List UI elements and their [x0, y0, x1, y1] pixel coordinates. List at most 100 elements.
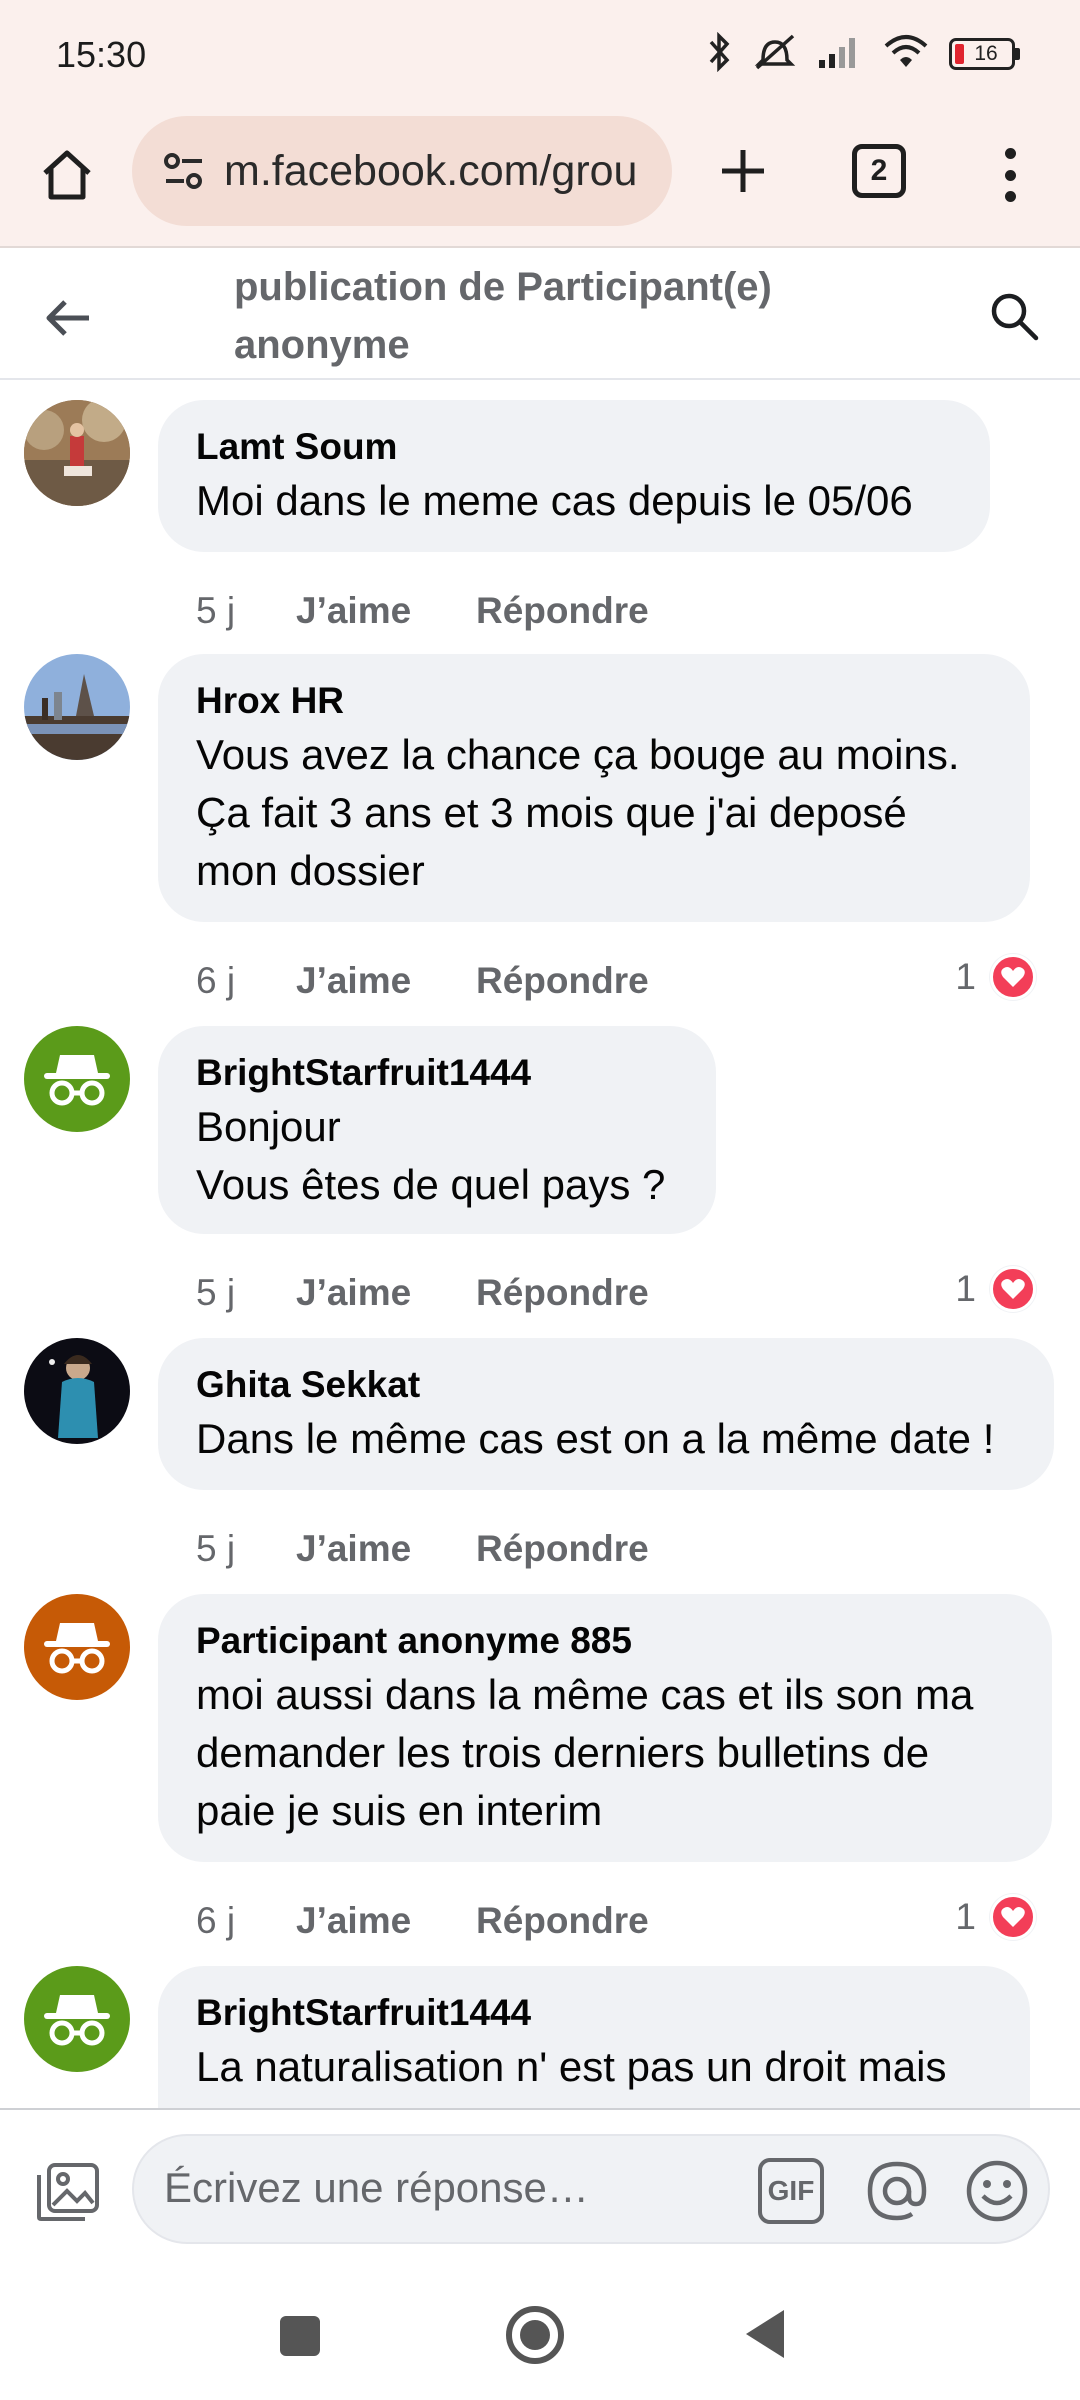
comment-actions: 5 j J’aime Répondre: [196, 590, 649, 632]
reply-button[interactable]: Répondre: [476, 1272, 649, 1314]
incognito-icon: [44, 1995, 110, 2046]
heart-icon: [990, 1266, 1036, 1312]
anonymous-avatar[interactable]: [24, 1026, 130, 1132]
bluetooth-icon: [707, 31, 733, 77]
reply-input[interactable]: Écrivez une réponse… GIF: [132, 2134, 1050, 2244]
comment-author[interactable]: Ghita Sekkat: [196, 1360, 1016, 1410]
gif-button[interactable]: GIF: [758, 2158, 824, 2224]
menu-dot: [1004, 148, 1016, 159]
at-icon: [867, 2161, 927, 2221]
like-button[interactable]: J’aime: [296, 960, 476, 1002]
incognito-icon: [44, 1055, 110, 1106]
comment-author[interactable]: BrightStarfruit1444: [196, 1988, 992, 2038]
status-time: 15:30: [56, 34, 147, 75]
anonymous-avatar[interactable]: [24, 1594, 130, 1700]
system-navigation-bar: [0, 2272, 1080, 2400]
status-bar: 15:30 16: [0, 0, 1080, 110]
home-dot-icon: [520, 2320, 550, 2350]
anonymous-avatar[interactable]: [24, 1966, 130, 2072]
address-bar[interactable]: m.facebook.com/grou: [132, 116, 672, 226]
back-arrow-icon: [46, 300, 89, 336]
wifi-icon: [883, 34, 929, 75]
comment-actions: 6 j J’aime Répondre: [196, 1900, 649, 1942]
incognito-icon: [44, 1623, 110, 1674]
reply-button[interactable]: Répondre: [476, 1528, 649, 1570]
recents-button[interactable]: [280, 2316, 320, 2356]
comment-author[interactable]: Hrox HR: [196, 676, 992, 726]
comment-text: Dans le même cas est on a la même date !: [196, 1415, 995, 1462]
menu-dot: [1004, 169, 1016, 181]
reply-button[interactable]: Répondre: [476, 960, 649, 1002]
avatar[interactable]: [24, 654, 130, 760]
page-title: publication de Participant(e) anonyme: [234, 265, 772, 367]
comment-time[interactable]: 5 j: [196, 590, 296, 632]
comment-actions: 5 j J’aime Répondre: [196, 1528, 649, 1570]
signal-icon: [817, 34, 863, 75]
comment-bubble[interactable]: Lamt Soum Moi dans le meme cas depuis le…: [158, 400, 990, 552]
heart-icon: [990, 954, 1036, 1000]
like-button[interactable]: J’aime: [296, 590, 476, 632]
avatar[interactable]: [24, 400, 130, 506]
comment-text: Moi dans le meme cas depuis le 05/06: [196, 477, 913, 524]
home-button[interactable]: [32, 140, 102, 210]
site-settings-icon[interactable]: [160, 147, 208, 195]
browser-toolbar: m.facebook.com/grou 2: [0, 110, 1080, 248]
status-icons: 16: [707, 30, 1020, 78]
battery-level: 16: [974, 42, 998, 65]
comment-bubble[interactable]: Participant anonyme 885 moi aussi dans l…: [158, 1594, 1052, 1862]
comment-time[interactable]: 5 j: [196, 1272, 296, 1314]
like-button[interactable]: J’aime: [296, 1528, 476, 1570]
comment-time[interactable]: 6 j: [196, 1900, 296, 1942]
reaction-count: 1: [955, 956, 976, 997]
comment-time[interactable]: 6 j: [196, 960, 296, 1002]
home-icon: [43, 150, 91, 200]
reply-button[interactable]: Répondre: [476, 590, 649, 632]
comments-list: Lamt Soum Moi dans le meme cas depuis le…: [0, 382, 1080, 2108]
comment-text: Bonjour Vous êtes de quel pays ?: [196, 1103, 666, 1208]
comment-text: La naturalisation n' est pas un droit ma…: [196, 2043, 947, 2090]
back-nav-button[interactable]: [746, 2310, 784, 2358]
like-button[interactable]: J’aime: [296, 1900, 476, 1942]
plus-icon: [722, 150, 764, 192]
emoji-button[interactable]: [962, 2156, 1032, 2226]
reaction-count: 1: [955, 1268, 976, 1309]
photo-icon: [37, 2163, 99, 2221]
reply-button[interactable]: Répondre: [476, 1900, 649, 1942]
comment-bubble[interactable]: BrightStarfruit1444 Bonjour Vous êtes de…: [158, 1026, 716, 1234]
menu-dot: [1004, 191, 1016, 202]
silent-icon: [753, 32, 797, 77]
mention-button[interactable]: [862, 2156, 932, 2226]
home-nav-button[interactable]: [506, 2306, 564, 2364]
new-tab-button[interactable]: [708, 136, 778, 206]
reply-composer: Écrivez une réponse… GIF: [0, 2108, 1080, 2272]
add-photo-button[interactable]: [34, 2158, 102, 2226]
comment-bubble[interactable]: BrightStarfruit1444 La naturalisation n'…: [158, 1966, 1030, 2108]
comment-text: Vous avez la chance ça bouge au moins. Ç…: [196, 731, 960, 894]
search-button[interactable]: [982, 284, 1046, 348]
comment-bubble[interactable]: Ghita Sekkat Dans le même cas est on a l…: [158, 1338, 1054, 1490]
search-icon: [991, 293, 1039, 341]
comment-actions: 6 j J’aime Répondre: [196, 960, 649, 1002]
smiley-icon: [966, 2160, 1028, 2222]
comment-time[interactable]: 5 j: [196, 1528, 296, 1570]
tab-switcher-button[interactable]: 2: [852, 144, 906, 198]
reaction-summary[interactable]: 1: [955, 1894, 1036, 1940]
battery-icon: 16: [949, 38, 1020, 70]
comment-text: moi aussi dans la même cas et ils son ma…: [196, 1671, 974, 1834]
url-text[interactable]: m.facebook.com/grou: [224, 147, 637, 196]
avatar[interactable]: [24, 1338, 130, 1444]
comment-actions: 5 j J’aime Répondre: [196, 1272, 649, 1314]
page-header: publication de Participant(e) anonyme: [0, 248, 1080, 380]
heart-icon: [990, 1894, 1036, 1940]
reaction-summary[interactable]: 1: [955, 954, 1036, 1000]
like-button[interactable]: J’aime: [296, 1272, 476, 1314]
more-menu-button[interactable]: [990, 140, 1030, 210]
reaction-summary[interactable]: 1: [955, 1266, 1036, 1312]
comment-author[interactable]: Lamt Soum: [196, 422, 952, 472]
comment-bubble[interactable]: Hrox HR Vous avez la chance ça bouge au …: [158, 654, 1030, 922]
back-button[interactable]: [38, 288, 98, 348]
comment-author[interactable]: Participant anonyme 885: [196, 1616, 1014, 1666]
comment-author[interactable]: BrightStarfruit1444: [196, 1048, 678, 1098]
reply-placeholder[interactable]: Écrivez une réponse…: [164, 2164, 589, 2212]
reaction-count: 1: [955, 1896, 976, 1937]
